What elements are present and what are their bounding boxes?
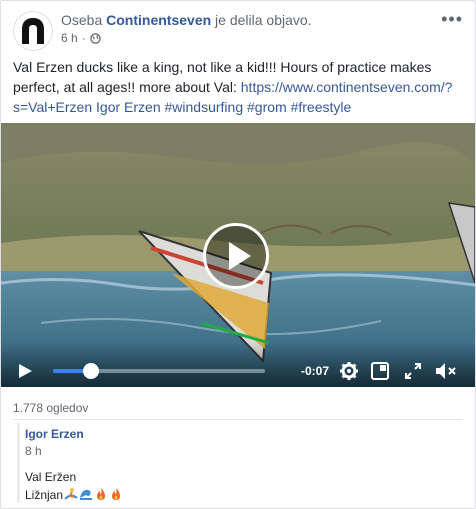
video-controls: -0:07	[1, 341, 475, 387]
headline-prefix: Oseba	[61, 12, 103, 28]
post-text: Val Erzen ducks like a king, not like a …	[13, 57, 463, 117]
shared-time[interactable]: 8 h	[25, 444, 42, 458]
shared-quote-bar	[17, 423, 20, 503]
play-icon	[229, 242, 251, 270]
video-player[interactable]: -0:07	[1, 123, 475, 387]
fire-emoji-icon	[94, 487, 108, 504]
more-options-icon[interactable]: •••	[441, 9, 463, 30]
wave-emoji-icon	[79, 487, 93, 504]
big-play-button[interactable]	[203, 223, 269, 289]
surfer-emoji-icon	[64, 487, 78, 504]
volume-icon[interactable]	[435, 362, 457, 380]
post-time[interactable]: 6 h	[61, 31, 78, 45]
shared-text-line1: Val Eržen	[25, 470, 77, 484]
shared-location: Ližnjan	[25, 488, 64, 502]
hashtag-freestyle[interactable]: #freestyle	[291, 99, 352, 115]
fullscreen-icon[interactable]	[405, 363, 421, 379]
meta-separator: ·	[81, 31, 86, 45]
globe-icon	[89, 32, 101, 44]
hashtag-windsurfing[interactable]: #windsurfing	[165, 99, 244, 115]
mention-link[interactable]: Igor Erzen	[96, 99, 161, 115]
view-count: 1.778 ogledov	[13, 401, 89, 415]
hashtag-grom[interactable]: #grom	[247, 99, 287, 115]
remaining-time: -0:07	[301, 364, 330, 378]
headline-action: je delila objavo.	[215, 12, 312, 28]
shared-text-line2: Ližnjan	[25, 487, 123, 504]
shared-author[interactable]: Igor Erzen	[25, 427, 84, 441]
picture-in-picture-icon[interactable]	[371, 362, 389, 380]
fire-emoji-icon	[109, 487, 123, 504]
post-headline: Oseba Continentseven je delila objavo.	[61, 11, 312, 29]
facebook-post: Oseba Continentseven je delila objavo. 6…	[0, 0, 476, 509]
post-meta: 6 h ·	[61, 31, 101, 45]
progress-scrubber[interactable]	[83, 363, 100, 379]
page-name-link[interactable]: Continentseven	[106, 12, 211, 28]
divider	[13, 419, 463, 420]
continentseven-logo	[22, 18, 44, 44]
post-header: Oseba Continentseven je delila objavo. 6…	[13, 9, 463, 51]
controls-play-icon[interactable]	[17, 363, 33, 379]
gear-icon[interactable]	[339, 361, 359, 381]
page-avatar[interactable]	[13, 11, 53, 51]
progress-track[interactable]	[53, 363, 265, 379]
